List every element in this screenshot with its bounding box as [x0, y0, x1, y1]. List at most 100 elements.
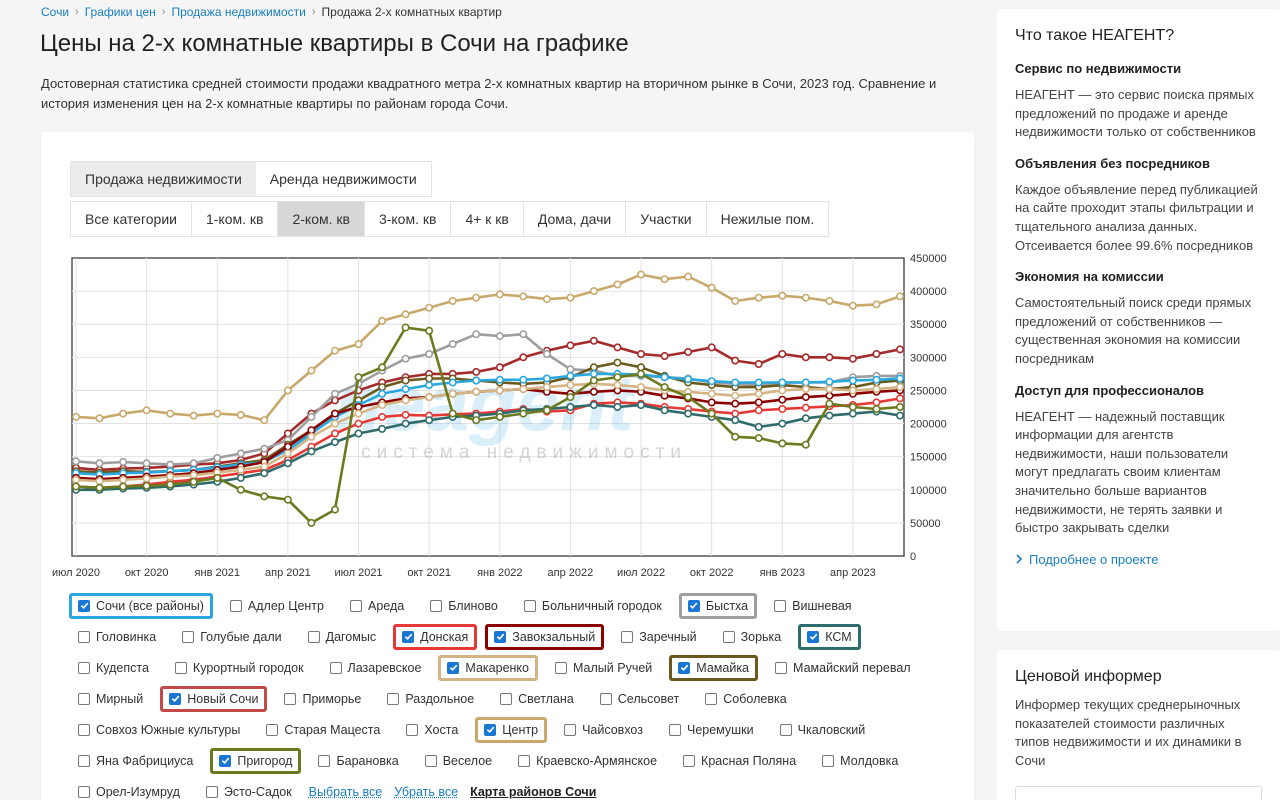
- data-point[interactable]: [260, 492, 269, 501]
- district-checkbox[interactable]: Быстха: [678, 592, 758, 619]
- data-point[interactable]: [119, 409, 128, 418]
- data-point[interactable]: [566, 393, 575, 402]
- data-point[interactable]: [283, 386, 292, 395]
- breadcrumb-link-charts[interactable]: Графики цен: [85, 5, 156, 19]
- data-point[interactable]: [589, 363, 598, 372]
- data-point[interactable]: [330, 438, 339, 447]
- data-point[interactable]: [401, 376, 410, 385]
- data-point[interactable]: [189, 459, 198, 468]
- data-point[interactable]: [425, 393, 434, 402]
- data-point[interactable]: [425, 381, 434, 390]
- tab-1-room[interactable]: 1-ком. кв: [191, 202, 279, 236]
- data-point[interactable]: [754, 360, 763, 369]
- tab-rent[interactable]: Аренда недвижимости: [255, 162, 431, 196]
- data-point[interactable]: [330, 409, 339, 418]
- data-point[interactable]: [684, 375, 693, 384]
- data-point[interactable]: [401, 310, 410, 319]
- tab-3-room[interactable]: 3-ком. кв: [364, 202, 452, 236]
- district-checkbox[interactable]: КСМ: [798, 623, 861, 650]
- data-point[interactable]: [636, 363, 645, 372]
- data-point[interactable]: [848, 403, 857, 412]
- data-point[interactable]: [354, 340, 363, 349]
- data-point[interactable]: [425, 303, 434, 312]
- data-point[interactable]: [213, 409, 222, 418]
- breadcrumb-link-sochi[interactable]: Сочи: [41, 5, 69, 19]
- data-point[interactable]: [636, 401, 645, 410]
- data-point[interactable]: [613, 280, 622, 289]
- data-point[interactable]: [401, 323, 410, 332]
- tab-houses[interactable]: Дома, дачи: [523, 202, 627, 236]
- district-checkbox[interactable]: Раздольное: [378, 686, 483, 712]
- data-point[interactable]: [872, 405, 881, 414]
- district-checkbox[interactable]: Веселое: [416, 748, 501, 774]
- data-point[interactable]: [872, 350, 881, 359]
- data-point[interactable]: [731, 391, 740, 400]
- data-point[interactable]: [472, 367, 481, 376]
- district-checkbox[interactable]: Совхоз Южные культуры: [69, 717, 249, 743]
- data-point[interactable]: [895, 411, 904, 420]
- district-checkbox[interactable]: Красная Поляна: [674, 748, 805, 774]
- district-checkbox[interactable]: Хоста: [397, 717, 467, 743]
- district-checkbox[interactable]: Зорька: [714, 624, 791, 650]
- data-point[interactable]: [330, 389, 339, 398]
- data-point[interactable]: [95, 414, 104, 423]
- data-point[interactable]: [636, 270, 645, 279]
- data-point[interactable]: [95, 483, 104, 492]
- data-point[interactable]: [142, 459, 151, 468]
- data-point[interactable]: [778, 395, 787, 404]
- data-point[interactable]: [307, 518, 316, 527]
- data-point[interactable]: [778, 350, 787, 359]
- data-point[interactable]: [660, 406, 669, 415]
- data-point[interactable]: [589, 387, 598, 396]
- data-point[interactable]: [707, 283, 716, 292]
- data-point[interactable]: [542, 374, 551, 383]
- data-point[interactable]: [283, 495, 292, 504]
- data-point[interactable]: [166, 409, 175, 418]
- data-point[interactable]: [283, 429, 292, 438]
- data-point[interactable]: [754, 434, 763, 443]
- data-point[interactable]: [684, 272, 693, 281]
- tab-sale[interactable]: Продажа недвижимости: [71, 162, 256, 196]
- data-point[interactable]: [613, 403, 622, 412]
- data-point[interactable]: [542, 406, 551, 415]
- data-point[interactable]: [895, 292, 904, 301]
- data-point[interactable]: [825, 391, 834, 400]
- data-point[interactable]: [825, 385, 834, 394]
- data-point[interactable]: [330, 346, 339, 355]
- data-point[interactable]: [895, 394, 904, 403]
- data-point[interactable]: [613, 373, 622, 382]
- data-point[interactable]: [472, 376, 481, 385]
- data-point[interactable]: [189, 471, 198, 480]
- data-point[interactable]: [236, 449, 245, 458]
- data-point[interactable]: [778, 439, 787, 448]
- data-point[interactable]: [472, 416, 481, 425]
- data-point[interactable]: [589, 401, 598, 410]
- data-point[interactable]: [330, 396, 339, 405]
- district-checkbox[interactable]: Заречный: [612, 624, 705, 650]
- data-point[interactable]: [566, 341, 575, 350]
- data-point[interactable]: [519, 292, 528, 301]
- data-point[interactable]: [495, 412, 504, 421]
- data-point[interactable]: [495, 290, 504, 299]
- data-point[interactable]: [330, 419, 339, 428]
- data-point[interactable]: [731, 296, 740, 305]
- data-point[interactable]: [613, 343, 622, 352]
- informer-field[interactable]: [1015, 786, 1262, 800]
- tab-commercial[interactable]: Нежилые пом.: [706, 202, 829, 236]
- data-point[interactable]: [636, 350, 645, 359]
- district-checkbox[interactable]: Барановка: [309, 748, 407, 774]
- data-point[interactable]: [236, 465, 245, 474]
- data-point[interactable]: [825, 411, 834, 420]
- district-checkbox[interactable]: Голубые дали: [173, 624, 290, 650]
- district-checkbox[interactable]: Чайсовхоз: [555, 717, 652, 743]
- data-point[interactable]: [166, 480, 175, 489]
- data-point[interactable]: [848, 301, 857, 310]
- data-point[interactable]: [260, 462, 269, 471]
- data-point[interactable]: [754, 293, 763, 302]
- data-point[interactable]: [307, 366, 316, 375]
- data-point[interactable]: [519, 385, 528, 394]
- data-point[interactable]: [825, 296, 834, 305]
- data-point[interactable]: [754, 422, 763, 431]
- data-point[interactable]: [95, 459, 104, 468]
- data-point[interactable]: [166, 472, 175, 481]
